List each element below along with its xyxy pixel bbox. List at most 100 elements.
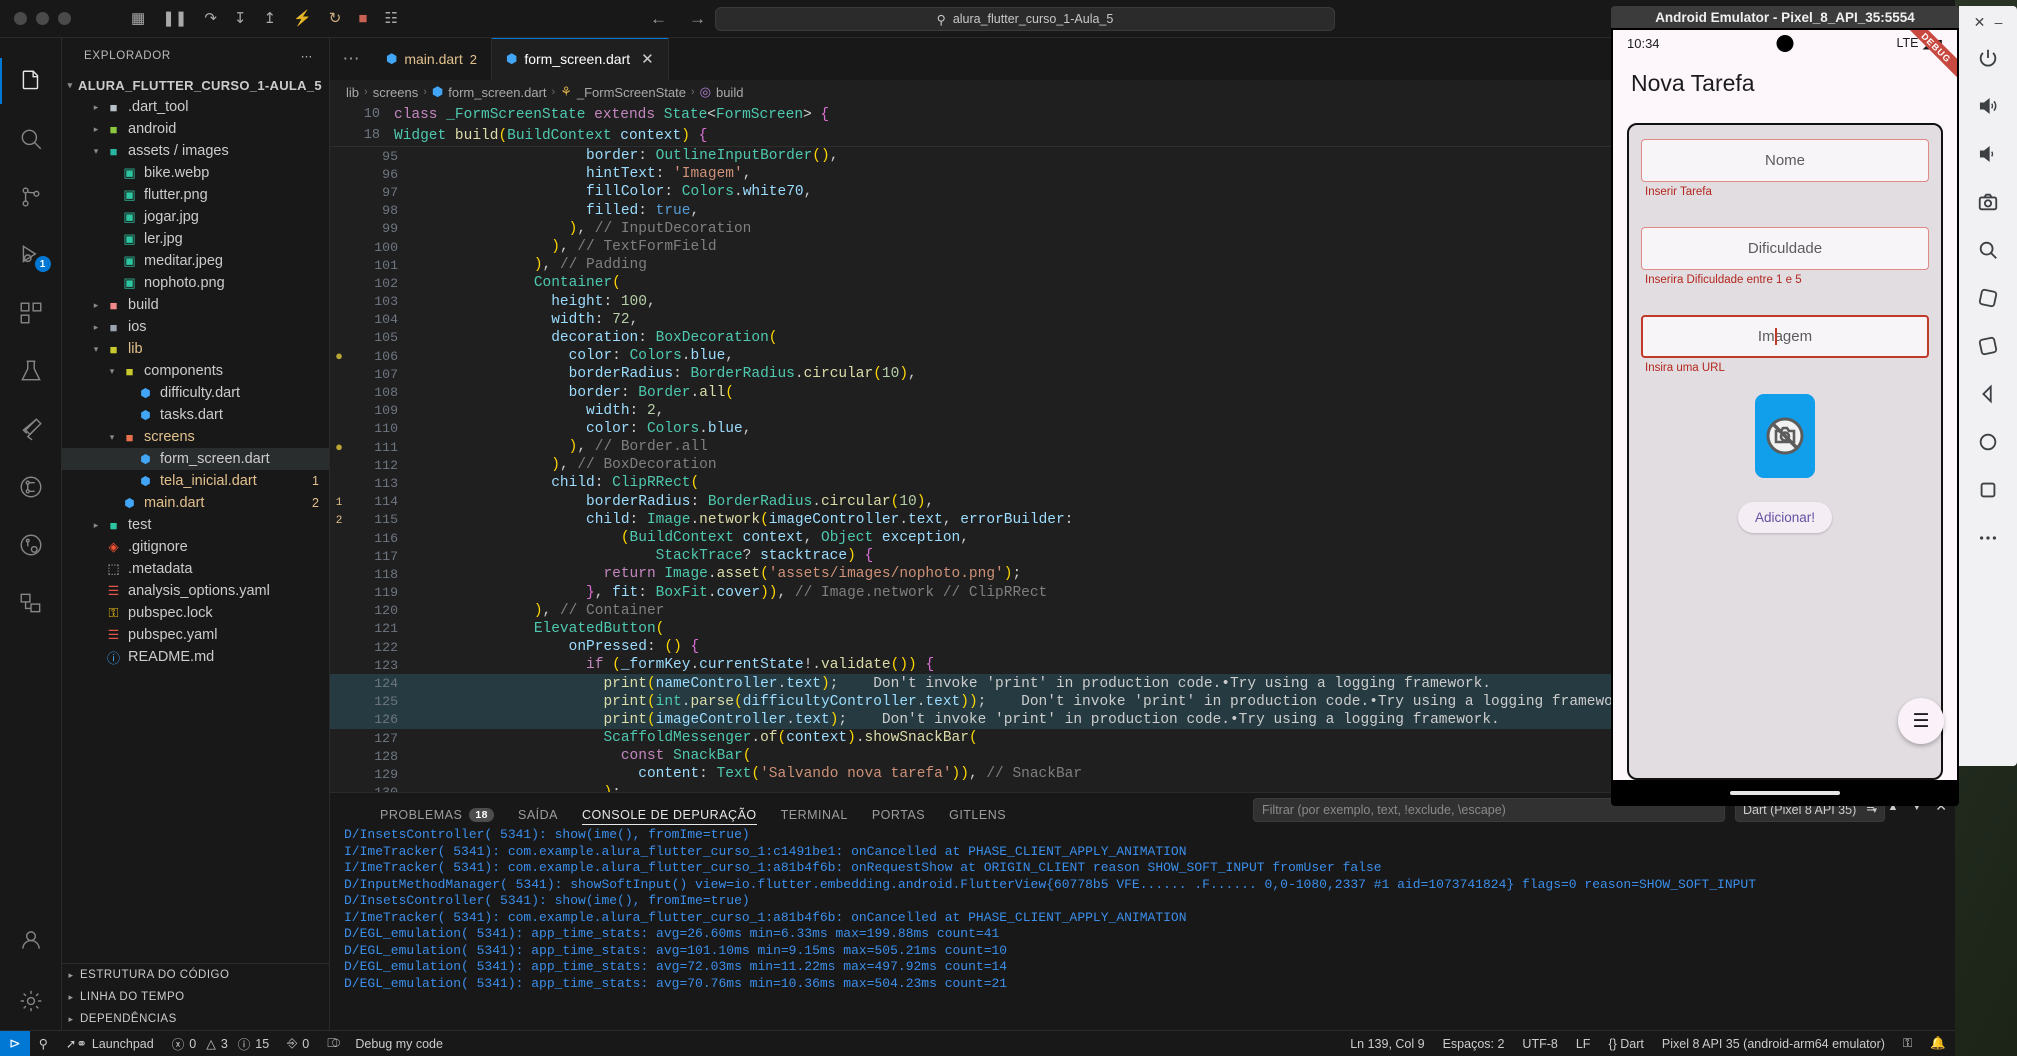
inspect-widget-icon[interactable]: ☷ bbox=[384, 11, 397, 26]
emulator-more-button[interactable] bbox=[1959, 514, 2017, 562]
activity-testing[interactable] bbox=[0, 342, 62, 400]
explorer-tree[interactable]: ▾ ALURA_FLUTTER_CURSO_1-AULA_5 ▸ ■ .dart_t… bbox=[62, 74, 329, 963]
tree-item[interactable]: ⬚ .metadata bbox=[62, 558, 329, 580]
emulator-camera-button[interactable] bbox=[1959, 178, 2017, 226]
status-lock-icon[interactable]: ⚿ bbox=[1894, 1031, 1922, 1056]
field-imagem[interactable]: Imagem Insira uma URL bbox=[1641, 315, 1929, 374]
maximize-window-button[interactable] bbox=[58, 12, 71, 25]
tree-item[interactable]: ⚿ pubspec.lock bbox=[62, 602, 329, 624]
tree-item[interactable]: ▾ ■ screens bbox=[62, 426, 329, 448]
emulator-zoom-button[interactable] bbox=[1959, 226, 2017, 274]
tree-item[interactable]: ⓘ README.md bbox=[62, 646, 329, 668]
status-bell-icon[interactable]: 🔔 bbox=[1921, 1031, 1955, 1056]
debug-console-output[interactable]: D/InsetsController( 5341): show(ime(), f… bbox=[330, 827, 1955, 1030]
panel-tab-terminal[interactable]: TERMINAL bbox=[781, 793, 848, 827]
dificuldade-input[interactable]: Dificuldade bbox=[1641, 227, 1929, 270]
tree-item-selected[interactable]: ⬢ form_screen.dart bbox=[62, 448, 329, 470]
tree-item[interactable]: ▾ ■ assets / images bbox=[62, 140, 329, 162]
status-eol[interactable]: LF bbox=[1567, 1031, 1600, 1056]
floating-menu-button[interactable]: ☰ bbox=[1898, 698, 1944, 744]
breakpoint-icon[interactable]: ● bbox=[330, 349, 348, 364]
tree-item[interactable]: ▣ jogar.jpg bbox=[62, 206, 329, 228]
grid-icon[interactable]: ▦ bbox=[131, 11, 145, 26]
tree-item[interactable]: ▣ nophoto.png bbox=[62, 272, 329, 294]
panel-tab-portas[interactable]: PORTAS bbox=[872, 793, 925, 827]
stop-icon[interactable]: ■ bbox=[358, 11, 367, 26]
tree-item[interactable]: ▾ ■ lib bbox=[62, 338, 329, 360]
tree-root[interactable]: ▾ ALURA_FLUTTER_CURSO_1-AULA_5 bbox=[62, 74, 329, 96]
forward-button[interactable]: → bbox=[689, 9, 706, 29]
remote-window-button[interactable]: ⊳ bbox=[0, 1030, 30, 1056]
tree-item[interactable]: ▾ ■ components bbox=[62, 360, 329, 382]
status-problems[interactable]: ⓧ 0 △ 3 ⓘ 15 bbox=[163, 1031, 278, 1056]
activity-extensions[interactable] bbox=[0, 284, 62, 342]
gutter-marker[interactable]: 1 bbox=[330, 495, 348, 509]
hot-reload-icon[interactable]: ⚡ bbox=[293, 11, 312, 26]
nome-input[interactable]: Nome bbox=[1641, 139, 1929, 182]
emulator-back-button[interactable] bbox=[1959, 370, 2017, 418]
activity-run-debug[interactable]: 1 bbox=[0, 226, 62, 284]
tree-item[interactable]: ☰ pubspec.yaml bbox=[62, 624, 329, 646]
tree-item[interactable]: ▣ bike.webp bbox=[62, 162, 329, 184]
panel-tab-console-depuracao[interactable]: CONSOLE DE DEPURAÇÃO bbox=[582, 793, 757, 827]
tree-item[interactable]: ▣ meditar.jpeg bbox=[62, 250, 329, 272]
activity-flutter[interactable] bbox=[0, 400, 62, 458]
close-icon[interactable]: ✕ bbox=[641, 50, 654, 68]
status-language-mode[interactable]: {} Dart bbox=[1599, 1031, 1652, 1056]
back-button[interactable]: ← bbox=[650, 9, 667, 29]
breadcrumb-item[interactable]: form_screen.dart bbox=[448, 85, 546, 100]
breadcrumb-item[interactable]: lib bbox=[346, 85, 359, 100]
emulator-volume-up-button[interactable] bbox=[1959, 82, 2017, 130]
panel-tab-problemas[interactable]: PROBLEMAS 18 bbox=[380, 793, 494, 827]
panel-tab-gitlens[interactable]: GITLENS bbox=[949, 793, 1006, 827]
minimize-icon[interactable]: – bbox=[1995, 14, 2003, 30]
tree-item[interactable]: ☰ analysis_options.yaml bbox=[62, 580, 329, 602]
status-debug-my-code[interactable]: ⎄ Debug my code bbox=[318, 1031, 452, 1056]
activity-explorer[interactable] bbox=[0, 52, 62, 110]
tree-item[interactable]: ▣ ler.jpg bbox=[62, 228, 329, 250]
close-icon[interactable]: ✕ bbox=[1974, 14, 1986, 31]
tree-item[interactable]: ▸ ■ test bbox=[62, 514, 329, 536]
emulator-power-button[interactable] bbox=[1959, 34, 2017, 82]
command-search-bar[interactable]: ⚲ alura_flutter_curso_1-Aula_5 bbox=[715, 7, 1335, 31]
window-controls[interactable] bbox=[0, 12, 71, 25]
explorer-more-icon[interactable]: ⋯ bbox=[301, 49, 313, 63]
minimize-window-button[interactable] bbox=[36, 12, 49, 25]
status-device[interactable]: Pixel 8 API 35 (android-arm64 emulator) bbox=[1653, 1031, 1894, 1056]
activity-settings[interactable] bbox=[0, 972, 62, 1030]
imagem-input[interactable]: Imagem bbox=[1641, 315, 1929, 358]
activity-dependency-graph[interactable] bbox=[0, 458, 62, 516]
tab-main-dart[interactable]: ⬢ main.dart 2 bbox=[372, 38, 492, 80]
pause-icon[interactable]: ❚❚ bbox=[162, 11, 187, 26]
tree-item[interactable]: ▸ ■ ios bbox=[62, 316, 329, 338]
tabs-more-icon[interactable]: ⋯ bbox=[330, 38, 372, 80]
emulator-rotate-left-button[interactable] bbox=[1959, 274, 2017, 322]
activity-accounts[interactable] bbox=[0, 914, 62, 972]
activity-structure[interactable] bbox=[0, 574, 62, 632]
activity-source-control[interactable] bbox=[0, 168, 62, 226]
activity-search[interactable] bbox=[0, 110, 62, 168]
tree-item[interactable]: ▸ ■ .dart_tool bbox=[62, 96, 329, 118]
emulator-recents-button[interactable] bbox=[1959, 466, 2017, 514]
tree-item[interactable]: ⬢ tasks.dart bbox=[62, 404, 329, 426]
tab-form-screen-dart[interactable]: ⬢ form_screen.dart ✕ bbox=[491, 38, 669, 80]
emulator-home-button[interactable] bbox=[1959, 418, 2017, 466]
breakpoint-icon[interactable]: ● bbox=[330, 440, 348, 455]
breadcrumb-item[interactable]: build bbox=[716, 85, 743, 100]
breadcrumb-item[interactable]: _FormScreenState bbox=[577, 85, 686, 100]
status-ports[interactable]: ⎆ 0 bbox=[278, 1031, 318, 1056]
adicionar-button[interactable]: Adicionar! bbox=[1738, 502, 1832, 533]
tree-item[interactable]: ▣ flutter.png bbox=[62, 184, 329, 206]
status-radio-tower[interactable]: ⚲ bbox=[30, 1031, 57, 1056]
step-over-icon[interactable]: ↷ bbox=[204, 11, 217, 26]
panel-tab-saida[interactable]: SAÍDA bbox=[518, 793, 558, 827]
section-estrutura[interactable]: ▸ ESTRUTURA DO CÓDIGO bbox=[62, 964, 329, 986]
status-cursor-position[interactable]: Ln 139, Col 9 bbox=[1341, 1031, 1433, 1056]
field-dificuldade[interactable]: Dificuldade Inserira Dificuldade entre 1… bbox=[1641, 227, 1929, 286]
tree-item[interactable]: ◈ .gitignore bbox=[62, 536, 329, 558]
emulator-rotate-right-button[interactable] bbox=[1959, 322, 2017, 370]
hot-restart-icon[interactable]: ↻ bbox=[329, 11, 342, 26]
status-indentation[interactable]: Espaços: 2 bbox=[1434, 1031, 1514, 1056]
tree-item[interactable]: ⬢ difficulty.dart bbox=[62, 382, 329, 404]
breadcrumb-item[interactable]: screens bbox=[373, 85, 419, 100]
